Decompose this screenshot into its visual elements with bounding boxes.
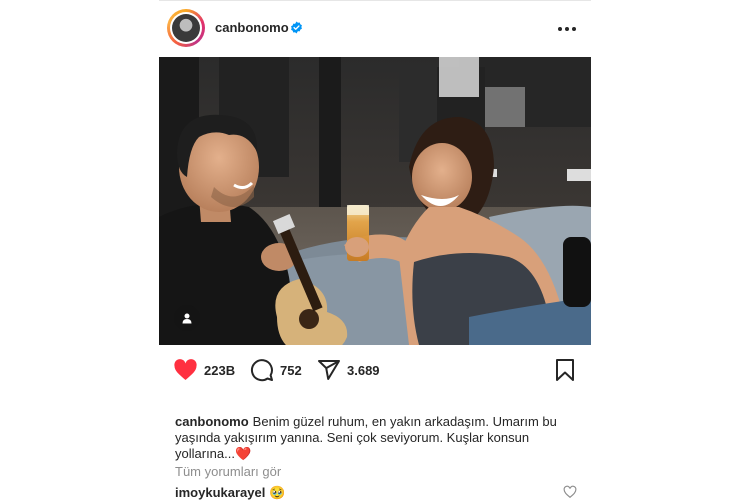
post-caption: canbonomo Benim güzel ruhum, en yakın ark… [175, 414, 565, 462]
comment-heart-icon[interactable] [563, 485, 577, 499]
save-button[interactable] [555, 358, 575, 387]
more-options-icon[interactable] [555, 17, 579, 41]
post-username[interactable]: canbonomo [215, 20, 289, 35]
post-actions: 223B 752 3.689 [159, 353, 591, 387]
comment-text: 🥹 [269, 485, 286, 500]
share-button[interactable]: 3.689 [317, 357, 380, 383]
caption-username[interactable]: canbonomo [175, 414, 249, 429]
share-icon [318, 360, 340, 380]
verified-badge-icon [291, 21, 302, 34]
caption-emoji: ❤️ [234, 446, 252, 461]
shares-count[interactable]: 3.689 [347, 363, 380, 378]
heart-icon [174, 359, 197, 380]
comments-count[interactable]: 752 [280, 363, 302, 378]
avatar[interactable] [167, 9, 205, 47]
bookmark-icon [556, 359, 574, 381]
instagram-post: canbonomo 223B 752 3.689 canbonomo Benim… [159, 0, 591, 501]
view-all-comments-link[interactable]: Tüm yorumları gör [175, 464, 281, 479]
top-comment: imoykukarayel 🥹 [175, 485, 286, 501]
comment-button[interactable]: 752 [250, 357, 302, 383]
likes-count[interactable]: 223B [204, 363, 235, 378]
like-button[interactable]: 223B [173, 357, 235, 383]
post-header: canbonomo [159, 1, 591, 57]
post-photo[interactable] [159, 57, 591, 345]
post-image [159, 57, 591, 345]
comment-username[interactable]: imoykukarayel [175, 485, 265, 500]
avatar-image [170, 12, 202, 44]
comment-bubble-icon [251, 359, 273, 382]
user-tag-icon[interactable] [174, 305, 200, 331]
